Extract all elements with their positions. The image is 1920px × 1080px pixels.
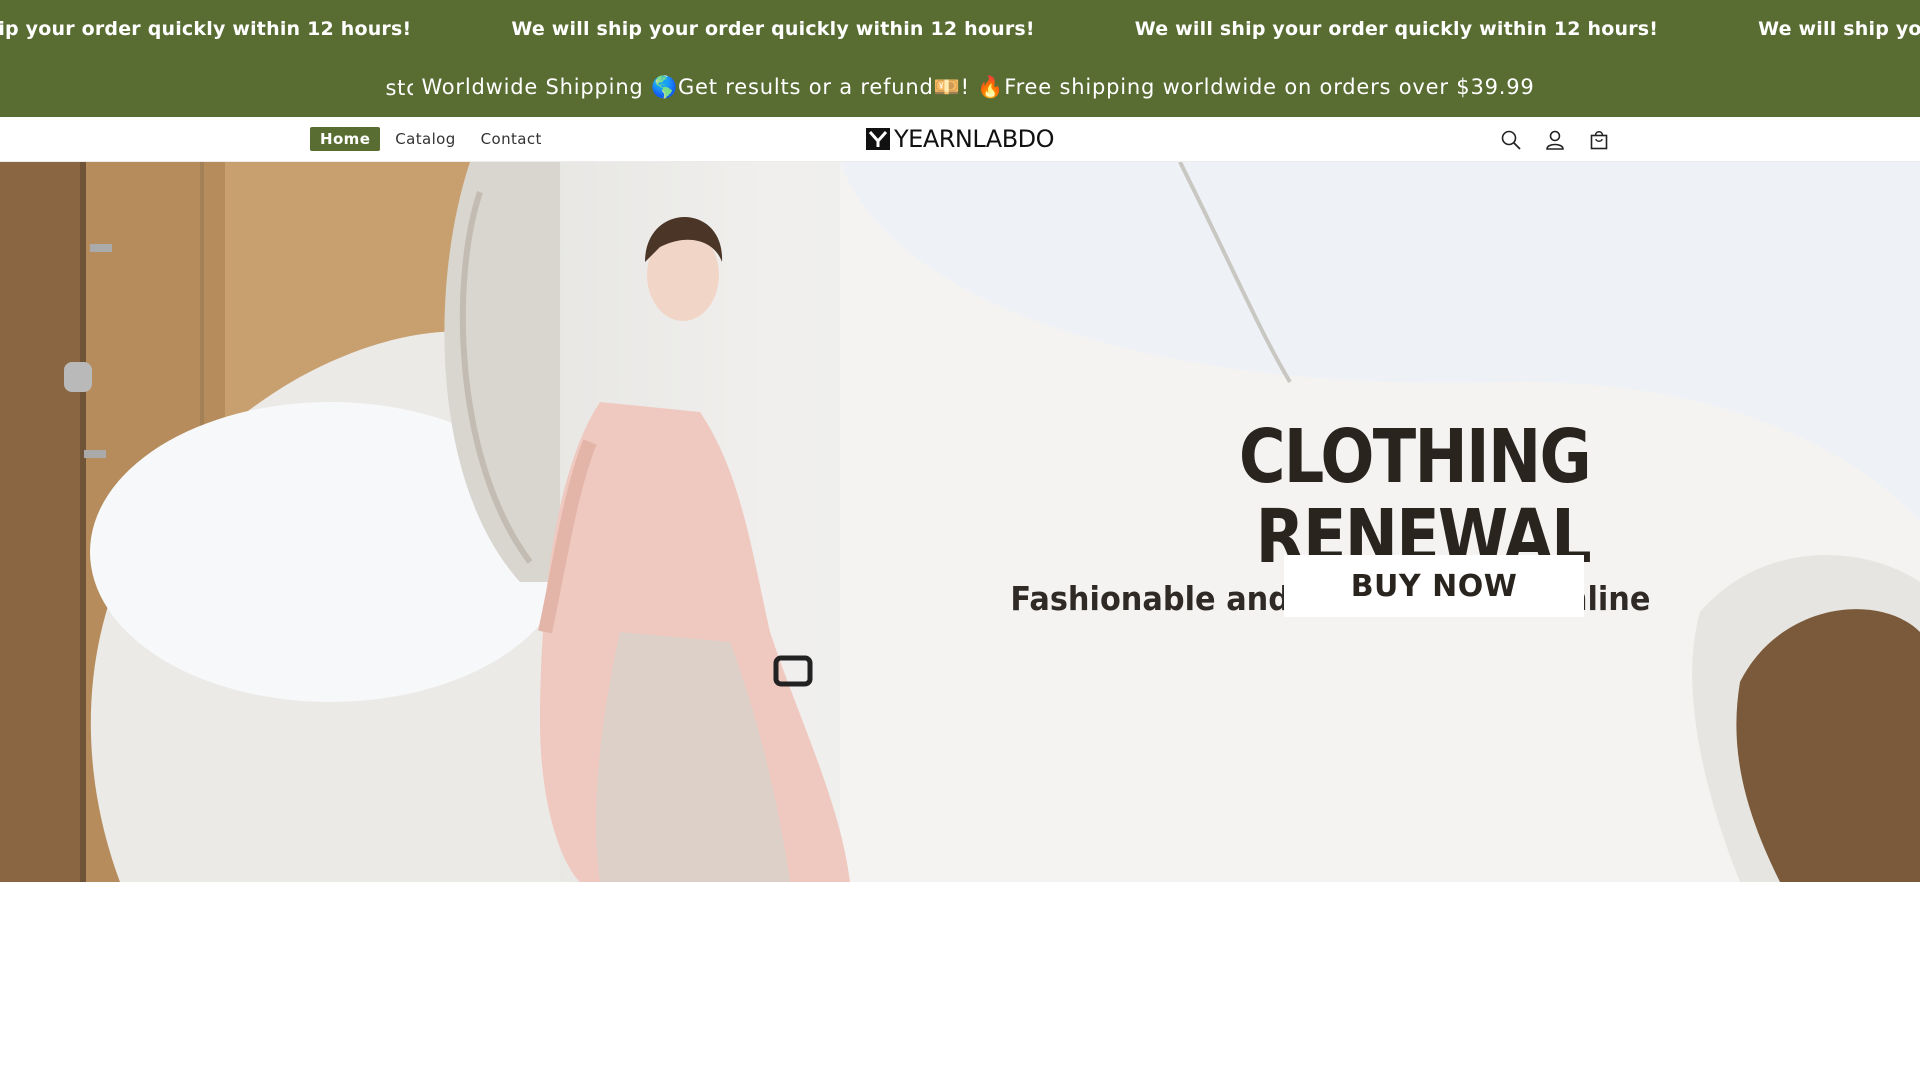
logo-text: YEARNLABDO <box>894 125 1055 153</box>
marquee-message: We will ship your order quickly within 1… <box>1134 18 1659 40</box>
announcement-marquee: We will ship your order quickly within 1… <box>0 0 1920 58</box>
marquee-message: We will ship your order quickly within 1… <box>511 18 1035 40</box>
site-header: Home Catalog Contact YEARNLABDO <box>0 117 1920 162</box>
buy-now-button[interactable]: BUY NOW <box>1284 555 1584 617</box>
hero-banner[interactable]: CLOTHING RENEWAL Fashionable and practic… <box>0 162 1920 882</box>
search-icon[interactable] <box>1498 127 1524 153</box>
hero-title: CLOTHING RENEWAL <box>1238 414 1592 580</box>
logo-mark <box>866 128 890 150</box>
marquee-message: We will ship your order quickly within 1… <box>1758 18 1920 40</box>
marquee-track: We will ship your order quickly within 1… <box>0 0 1920 58</box>
nav-catalog[interactable]: Catalog <box>385 127 465 151</box>
account-icon[interactable] <box>1542 127 1568 153</box>
main-nav: Home Catalog Contact <box>310 127 557 151</box>
promo-text: Worldwide Shipping 🌎Get results or a ref… <box>421 75 1535 99</box>
promo-prefix: stc <box>385 75 414 100</box>
site-logo[interactable]: YEARNLABDO <box>866 125 1055 153</box>
marquee-message: We will ship your order quickly within 1… <box>0 18 412 40</box>
nav-home[interactable]: Home <box>310 127 381 151</box>
promo-bar: stc Worldwide Shipping 🌎Get results or a… <box>0 58 1920 117</box>
cart-icon[interactable] <box>1586 127 1612 153</box>
header-icons <box>1498 127 1630 153</box>
nav-contact[interactable]: Contact <box>471 127 552 151</box>
